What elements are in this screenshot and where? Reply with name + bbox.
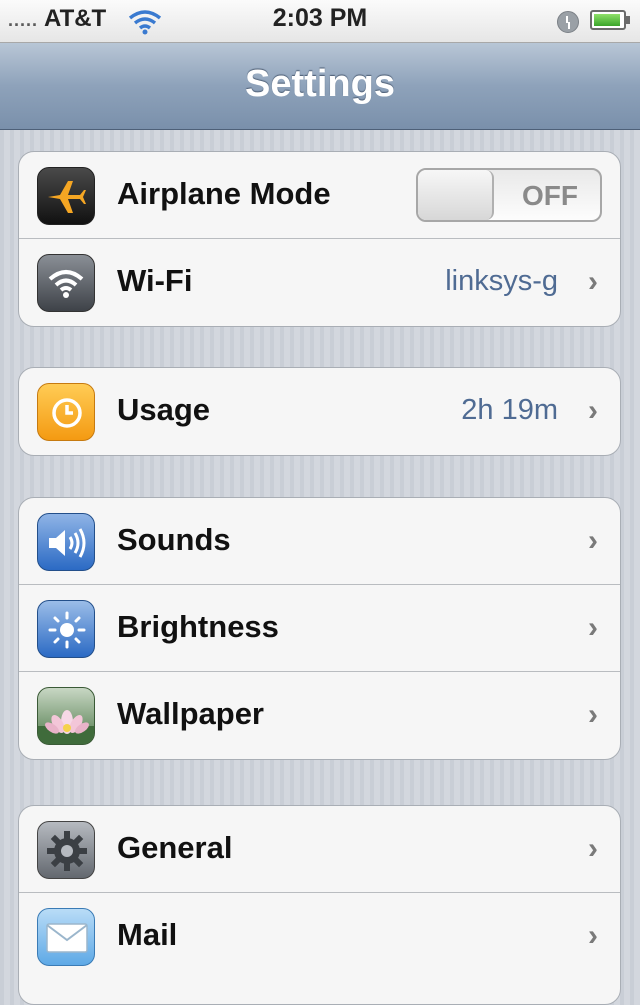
navigation-bar: Settings: [0, 43, 640, 130]
settings-group-general: General › Mail ›: [18, 805, 621, 1005]
brightness-label: Brightness: [117, 609, 279, 644]
chevron-right-icon: ›: [588, 832, 598, 865]
page-title: Settings: [245, 63, 395, 105]
status-bar: ..... AT&T 2:03 PM: [0, 0, 640, 43]
row-sounds[interactable]: Sounds ›: [19, 498, 620, 585]
gear-icon: [37, 821, 95, 879]
wifi-icon: [37, 254, 95, 312]
sun-icon: [37, 600, 95, 658]
clock-icon: [37, 383, 95, 441]
wallpaper-label: Wallpaper: [117, 696, 264, 731]
usage-label: Usage: [117, 392, 211, 427]
wifi-network-value: linksys-g: [445, 265, 558, 297]
chevron-right-icon: ›: [588, 524, 598, 557]
settings-group-usage: Usage 2h 19m ›: [18, 367, 621, 456]
wifi-label: Wi-Fi: [117, 263, 193, 298]
chevron-right-icon: ›: [588, 698, 598, 731]
flower-icon: [37, 687, 95, 745]
battery-icon: [590, 10, 630, 30]
row-general[interactable]: General ›: [19, 806, 620, 893]
chevron-right-icon: ›: [588, 394, 598, 427]
toggle-knob[interactable]: [418, 170, 494, 220]
row-airplane-mode: Airplane Mode OFF: [19, 152, 620, 239]
row-brightness[interactable]: Brightness ›: [19, 585, 620, 672]
airplane-mode-label: Airplane Mode: [117, 176, 331, 211]
toggle-state-label: OFF: [522, 180, 578, 211]
row-usage[interactable]: Usage 2h 19m ›: [19, 368, 620, 455]
row-wifi[interactable]: Wi-Fi linksys-g ›: [19, 239, 620, 326]
general-label: General: [117, 830, 233, 865]
airplane-mode-toggle[interactable]: OFF: [416, 168, 602, 222]
chevron-right-icon: ›: [588, 265, 598, 298]
chevron-right-icon: ›: [588, 611, 598, 644]
sounds-label: Sounds: [117, 522, 231, 557]
mail-label: Mail: [117, 917, 178, 952]
airplane-icon: [37, 167, 95, 225]
chevron-right-icon: ›: [588, 919, 598, 952]
orientation-lock-icon: [557, 11, 579, 33]
status-time: 2:03 PM: [272, 4, 368, 32]
envelope-icon: [37, 908, 95, 966]
usage-value: 2h 19m: [461, 394, 558, 426]
settings-group-connectivity: Airplane Mode OFF Wi-Fi linksys-g ›: [18, 151, 621, 327]
settings-group-display-sound: Sounds › Brightness › Wallpaper ›: [18, 497, 621, 760]
speaker-icon: [37, 513, 95, 571]
row-mail[interactable]: Mail ›: [19, 893, 620, 980]
row-wallpaper[interactable]: Wallpaper ›: [19, 672, 620, 759]
